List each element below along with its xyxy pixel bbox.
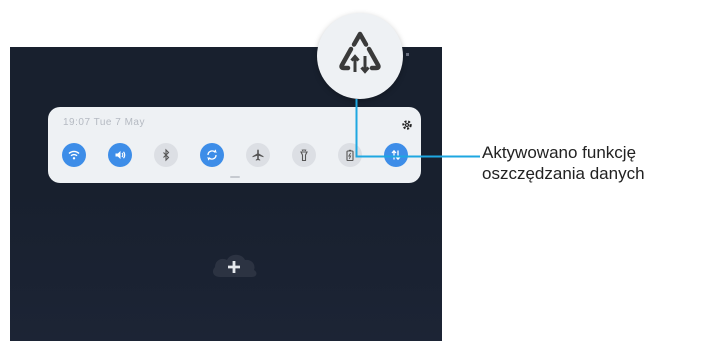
bluetooth-icon bbox=[163, 148, 170, 162]
data-saver-icon bbox=[339, 31, 381, 74]
magnified-data-saver-icon bbox=[317, 13, 403, 99]
auto-rotate-toggle[interactable] bbox=[200, 143, 224, 167]
panel-drag-handle[interactable] bbox=[230, 176, 240, 178]
auto-rotate-icon bbox=[207, 149, 217, 161]
flashlight-icon bbox=[300, 149, 308, 162]
sound-icon bbox=[115, 151, 126, 159]
airplane-mode-icon bbox=[252, 149, 264, 161]
sound-toggle[interactable] bbox=[108, 143, 132, 167]
wifi-icon bbox=[68, 150, 80, 160]
callout-line-1: Aktywowano funkcję bbox=[482, 143, 637, 162]
add-cloud-icon[interactable] bbox=[208, 247, 260, 285]
flashlight-toggle[interactable] bbox=[292, 143, 316, 167]
date-time-label: 19:07 Tue 7 May bbox=[63, 117, 145, 128]
airplane-mode-toggle[interactable] bbox=[246, 143, 270, 167]
callout-line bbox=[355, 99, 480, 158]
callout-line-2: oszczędzania danych bbox=[482, 164, 645, 183]
status-indicator bbox=[406, 53, 409, 56]
wifi-toggle[interactable] bbox=[62, 143, 86, 167]
callout-label: Aktywowano funkcję oszczędzania danych bbox=[482, 142, 645, 184]
bluetooth-toggle[interactable] bbox=[154, 143, 178, 167]
